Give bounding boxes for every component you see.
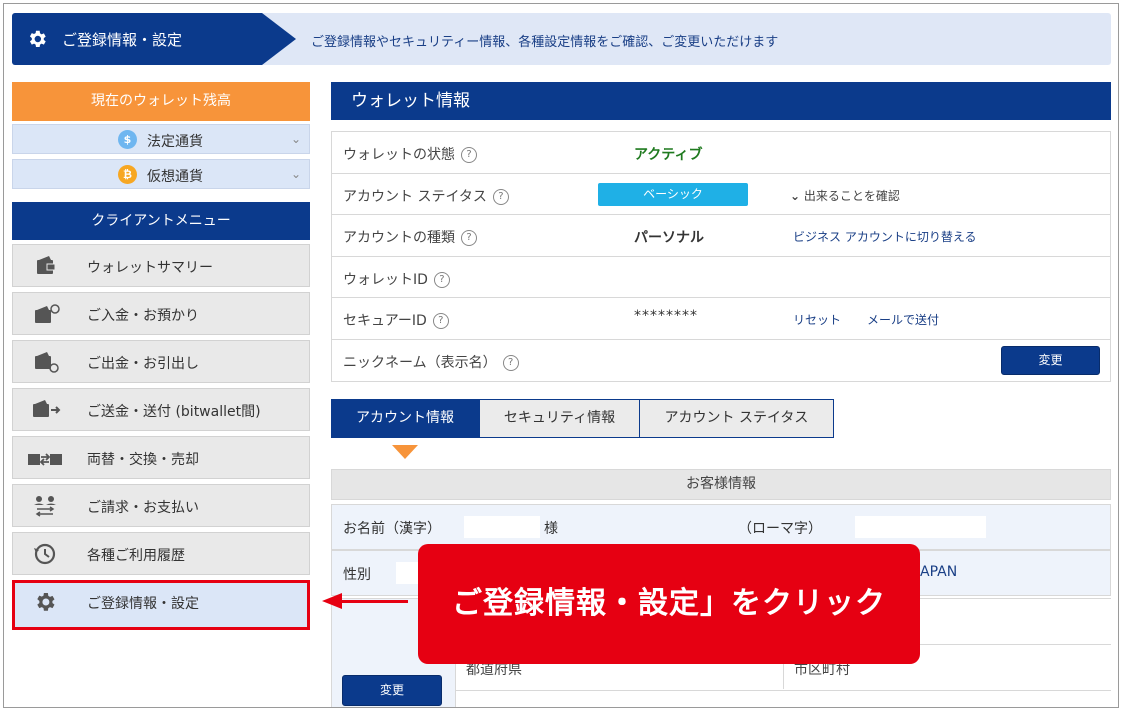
menu-item-billing[interactable]: ご請求・お支払い xyxy=(12,484,310,527)
menu-item-history[interactable]: 各種ご利用履歴 xyxy=(12,532,310,575)
wallet-info-table: ウォレットの状態? アクティブ アカウント ステイタス? ベーシック ⌄ 出来る… xyxy=(331,131,1111,382)
account-type-row: アカウントの種類? パーソナル ビジネス アカウントに切り替える xyxy=(332,215,1110,257)
wallet-id-row: ウォレットID? xyxy=(332,257,1110,298)
reset-link[interactable]: リセット xyxy=(793,311,841,328)
gear-icon xyxy=(29,30,46,47)
address-next-row xyxy=(456,690,1111,707)
wallet-status-row: ウォレットの状態? アクティブ xyxy=(332,132,1110,174)
menu-item-label: ウォレットサマリー xyxy=(87,260,213,276)
history-icon xyxy=(34,543,56,565)
gender-label: 性別 xyxy=(343,567,371,583)
dollar-coin-icon: $ xyxy=(118,130,137,149)
chevron-down-icon: ⌄ xyxy=(790,188,801,203)
account-type-value: パーソナル xyxy=(634,230,704,246)
fiat-currency-toggle[interactable]: $ 法定通貨 ⌄ xyxy=(12,124,310,154)
crypto-currency-label: 仮想通貨 xyxy=(147,169,203,185)
nickname-label: ニックネーム（表示名） xyxy=(343,354,497,371)
nickname-change-button[interactable]: 変更 xyxy=(1001,345,1100,375)
customer-info-heading: お客様情報 xyxy=(331,469,1111,500)
menu-item-send[interactable]: ご送金・送付 (bitwallet間) xyxy=(12,388,310,431)
wallet-withdraw-icon xyxy=(35,352,59,373)
customer-change-button[interactable]: 変更 xyxy=(342,675,442,706)
gear-icon xyxy=(37,593,55,611)
secure-id-value: ******** xyxy=(634,308,698,324)
nickname-row: ニックネーム（表示名）? 変更 xyxy=(332,340,1110,382)
country-value: APAN xyxy=(920,564,958,580)
name-roman-value xyxy=(855,516,986,538)
menu-item-label: ご入金・お預かり xyxy=(87,308,199,324)
account-status-row: アカウント ステイタス? ベーシック ⌄ 出来ることを確認 xyxy=(332,174,1110,215)
name-kanji-value xyxy=(464,516,540,538)
callout-arrow-head xyxy=(322,593,342,609)
callout-arrow-line xyxy=(340,600,408,603)
crypto-currency-toggle[interactable]: ₿ 仮想通貨 ⌄ xyxy=(12,159,310,189)
header-description: ご登録情報やセキュリティー情報、各種設定情報をご確認、ご変更いただけます xyxy=(311,35,779,50)
secure-id-label: セキュアーID xyxy=(343,313,427,329)
menu-item-label: 両替・交換・売却 xyxy=(87,452,199,468)
honorific-label: 様 xyxy=(544,521,558,537)
menu-item-deposit[interactable]: ご入金・お預かり xyxy=(12,292,310,335)
wallet-status-label: ウォレットの状態 xyxy=(343,147,455,163)
help-icon[interactable]: ? xyxy=(432,313,449,329)
help-icon[interactable]: ? xyxy=(461,147,477,163)
tab-account-info[interactable]: アカウント情報 xyxy=(331,399,479,438)
active-tab-pointer xyxy=(392,445,418,459)
account-status-label: アカウント ステイタス xyxy=(343,188,487,205)
name-roman-label: （ローマ字） xyxy=(738,521,822,537)
menu-item-label: ご登録情報・設定 xyxy=(87,596,199,612)
users-transfer-icon xyxy=(34,496,56,517)
help-icon[interactable]: ? xyxy=(461,230,477,246)
send-by-mail-link[interactable]: メールで送付 xyxy=(867,311,939,328)
fiat-currency-label: 法定通貨 xyxy=(147,134,203,150)
wallet-icon xyxy=(37,256,56,274)
name-kanji-label: お名前（漢字） xyxy=(343,521,441,537)
bitcoin-coin-icon: ₿ xyxy=(118,165,137,184)
account-type-label: アカウントの種類 xyxy=(343,230,455,246)
wallet-status-value: アクティブ xyxy=(634,147,703,163)
wallet-id-label: ウォレットID xyxy=(343,271,428,288)
chevron-down-icon: ⌄ xyxy=(290,167,301,181)
client-menu-heading: クライアントメニュー xyxy=(12,202,310,240)
account-status-badge: ベーシック xyxy=(598,182,748,206)
menu-item-withdraw[interactable]: ご出金・お引出し xyxy=(12,340,310,383)
header-title: ご登録情報・設定 xyxy=(62,31,183,49)
exchange-icon xyxy=(28,453,62,466)
menu-item-wallet-summary[interactable]: ウォレットサマリー xyxy=(12,244,310,287)
chevron-down-icon: ⌄ xyxy=(290,132,301,146)
menu-item-label: ご請求・お支払い xyxy=(87,500,199,516)
menu-item-account-settings[interactable]: ご登録情報・設定 xyxy=(12,580,310,630)
wallet-send-icon xyxy=(33,400,61,417)
help-icon[interactable]: ? xyxy=(502,354,519,371)
menu-item-label: 各種ご利用履歴 xyxy=(87,548,185,564)
tab-account-status[interactable]: アカウント ステイタス xyxy=(639,399,834,438)
switch-business-link[interactable]: ビジネス アカウントに切り替える xyxy=(793,228,976,245)
tab-security-info[interactable]: セキュリティ情報 xyxy=(479,399,640,438)
menu-item-exchange[interactable]: 両替・交換・売却 xyxy=(12,436,310,479)
check-features-link[interactable]: ⌄ 出来ることを確認 xyxy=(790,187,900,204)
instruction-callout: ご登録情報・設定」をクリック xyxy=(418,544,920,664)
secure-id-row: セキュアーID? ******** リセット メールで送付 xyxy=(332,298,1110,340)
page-frame: ご登録情報・設定 ご登録情報やセキュリティー情報、各種設定情報をご確認、ご変更い… xyxy=(3,3,1119,708)
help-icon[interactable]: ? xyxy=(492,188,509,205)
wallet-deposit-icon xyxy=(35,304,60,323)
wallet-balance-heading: 現在のウォレット残高 xyxy=(12,82,310,121)
menu-item-label: ご送金・送付 (bitwallet間) xyxy=(87,404,261,420)
wallet-info-title: ウォレット情報 xyxy=(331,82,1111,120)
menu-item-label: ご出金・お引出し xyxy=(87,356,199,372)
help-icon[interactable]: ? xyxy=(433,271,450,288)
